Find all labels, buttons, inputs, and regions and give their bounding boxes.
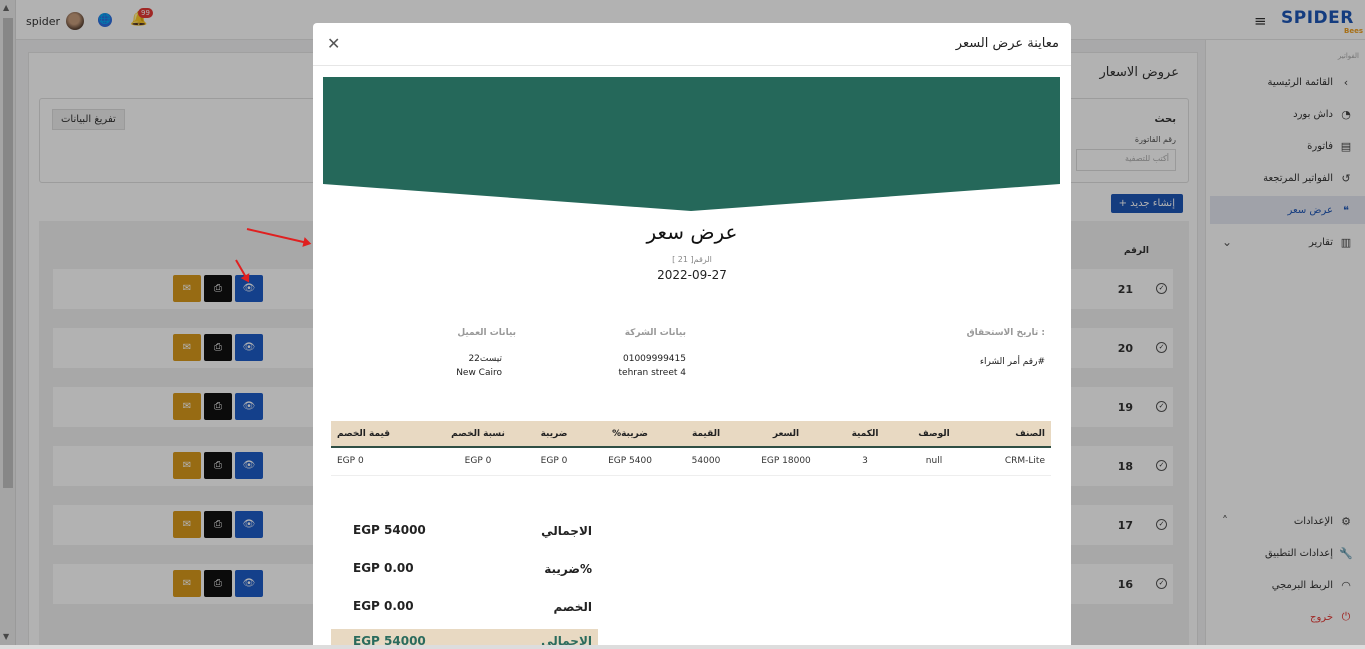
document-title: عرض سعر [646, 220, 738, 244]
column-header: السعر [739, 421, 833, 448]
table-cell: 3 [833, 447, 897, 476]
table-cell: EGP 0 [435, 447, 521, 476]
total-label: الاجمالي [541, 524, 592, 538]
document-number: الرقم[ 21 ] [672, 255, 712, 264]
company-info-heading: بيانات الشركة [624, 328, 686, 338]
table-cell: EGP 0 [521, 447, 587, 476]
document-banner [323, 77, 1060, 211]
total-value: EGP 54000 [353, 523, 426, 537]
document-date: 2022-09-27 [657, 268, 727, 282]
table-cell: EGP 5400 [587, 447, 673, 476]
tax-value: EGP 0.00 [353, 561, 414, 575]
modal-title: معاينة عرض السعر [955, 36, 1059, 51]
client-info-heading: بيانات العميل [457, 328, 516, 338]
column-header: ضريبة [521, 421, 587, 448]
modal-header: معاينة عرض السعر ✕ [313, 23, 1071, 66]
tax-label: ضريبة% [544, 562, 592, 576]
table-cell: 54000 [673, 447, 739, 476]
due-date-label: تاريخ الاستحقاق : [966, 328, 1045, 338]
quote-preview-modal: معاينة عرض السعر ✕ عرض سعر الرقم[ 21 ] 2… [313, 23, 1071, 649]
totals-panel: الاجمالي EGP 54000 ضريبة% EGP 0.00 الخصم… [331, 513, 598, 649]
column-header: نسبة الخصم [435, 421, 521, 448]
column-header: الوصف [897, 421, 971, 448]
column-header: الصنف [971, 421, 1051, 448]
column-header: القيمة [673, 421, 739, 448]
column-header: الكمية [833, 421, 897, 448]
discount-row: الخصم EGP 0.00 [331, 589, 598, 627]
company-phone: 01009999415 [623, 354, 686, 364]
client-city: New Cairo [456, 368, 502, 378]
client-name: تيست22 [468, 354, 502, 364]
bottom-scrollbar[interactable] [0, 645, 1365, 649]
column-header: ضريبة% [587, 421, 673, 448]
items-table: الصنف الوصف الكمية السعر القيمة ضريبة% ض… [331, 421, 1051, 476]
po-number-label: رقم أمر الشراء# [979, 357, 1045, 367]
items-header-row: الصنف الوصف الكمية السعر القيمة ضريبة% ض… [331, 421, 1051, 448]
table-cell: CRM-Lite [971, 447, 1051, 476]
table-cell: EGP 18000 [739, 447, 833, 476]
tax-row: ضريبة% EGP 0.00 [331, 551, 598, 589]
company-address: tehran street 4 [618, 368, 686, 378]
discount-label: الخصم [553, 600, 592, 614]
column-header: قيمة الخصم [331, 421, 435, 448]
discount-value: EGP 0.00 [353, 599, 414, 613]
close-icon[interactable]: ✕ [327, 34, 340, 53]
table-row: CRM-Lite null 3 EGP 18000 54000 EGP 5400… [331, 447, 1051, 476]
table-cell: null [897, 447, 971, 476]
total-row: الاجمالي EGP 54000 [331, 513, 598, 551]
table-cell: EGP 0 [331, 447, 435, 476]
